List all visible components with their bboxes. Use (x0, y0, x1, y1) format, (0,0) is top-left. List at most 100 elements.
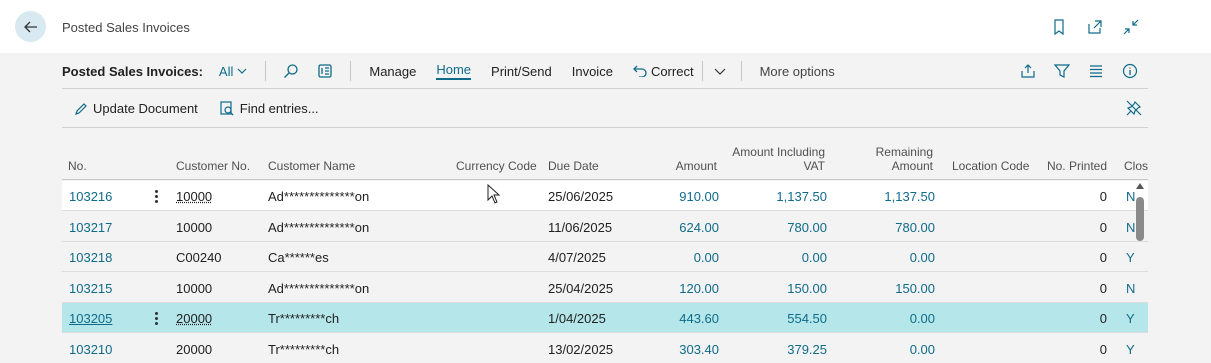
menu-home[interactable]: Home (436, 62, 472, 80)
row-actions-button[interactable] (150, 308, 162, 328)
cell-remaining-amount[interactable]: 1,137.50 (833, 189, 935, 204)
cell-amount[interactable]: 910.00 (637, 189, 719, 204)
cell-customer-no: C00240 (176, 250, 222, 265)
table-row-selected[interactable]: 103205 20000 Tr*********ch 1/04/2025 443… (62, 303, 1148, 333)
view-label: All (218, 63, 234, 79)
col-header-customer-no[interactable]: Customer No. (176, 159, 250, 173)
col-header-no[interactable]: No. (68, 159, 87, 173)
cell-due-date: 11/06/2025 (548, 220, 613, 235)
cell-amount-incl-vat[interactable]: 1,137.50 (725, 189, 827, 204)
find-entries-icon (220, 101, 234, 116)
correct-dropdown-button[interactable] (709, 60, 731, 82)
cell-customer-no[interactable]: 10000 (176, 189, 212, 204)
table-row[interactable]: 103216 10000 Ad**************on 25/06/20… (62, 181, 1148, 211)
cell-due-date: 4/07/2025 (548, 250, 606, 265)
separator (350, 61, 352, 81)
cell-remaining-amount[interactable]: 150.00 (833, 281, 935, 296)
cell-amount-incl-vat[interactable]: 150.00 (725, 281, 827, 296)
cell-amount[interactable]: 120.00 (637, 281, 719, 296)
table-row[interactable]: 103210 20000 Tr*********ch 13/02/2025 30… (62, 334, 1148, 363)
col-header-amount-incl-vat-line2: VAT (803, 159, 825, 173)
cell-amount[interactable]: 443.60 (637, 311, 719, 326)
cell-amount-incl-vat[interactable]: 0.00 (725, 250, 827, 265)
share-button[interactable] (1018, 61, 1038, 81)
view-selector[interactable]: All (219, 64, 247, 79)
collapse-button[interactable] (1121, 17, 1141, 37)
scroll-thumb[interactable] (1136, 197, 1144, 241)
update-document-button[interactable]: Update Document (74, 101, 198, 116)
chevron-down-icon (714, 68, 725, 75)
info-button[interactable] (1120, 61, 1140, 81)
table-row[interactable]: 103217 10000 Ad**************on 11/06/20… (62, 212, 1148, 242)
list-title: Posted Sales Invoices: (62, 63, 203, 79)
col-header-amount-incl-vat-line1: Amount Including (732, 145, 825, 159)
col-header-customer-name[interactable]: Customer Name (268, 159, 355, 173)
col-header-amount[interactable]: Amount (637, 159, 717, 173)
share-icon (1021, 64, 1035, 78)
pencil-icon (75, 102, 87, 115)
bookmark-button[interactable] (1049, 17, 1069, 37)
unpin-icon (1126, 100, 1142, 116)
vertical-scrollbar[interactable] (1136, 183, 1145, 363)
sub-action-bar: Update Document Find entries... (62, 90, 1148, 128)
menu-invoice[interactable]: Invoice (572, 64, 613, 79)
menu-print-send[interactable]: Print/Send (491, 64, 552, 79)
mouse-cursor-icon (487, 184, 501, 204)
col-header-remaining-amount[interactable]: Remaining Amount (833, 145, 933, 173)
cell-amount[interactable]: 624.00 (637, 220, 719, 235)
menu-correct[interactable]: Correct (633, 64, 694, 79)
cell-no-printed: 0 (1099, 281, 1107, 296)
col-header-no-printed[interactable]: No. Printed (1027, 159, 1107, 173)
cell-amount[interactable]: 303.40 (637, 342, 719, 357)
col-header-remaining-line1: Remaining (875, 145, 933, 159)
cell-remaining-amount[interactable]: 780.00 (833, 220, 935, 235)
filter-button[interactable] (1052, 61, 1072, 81)
cell-amount[interactable]: 0.00 (637, 250, 719, 265)
cell-remaining-amount[interactable]: 0.00 (833, 311, 935, 326)
table-row[interactable]: 103218 C00240 Ca******es 4/07/2025 0.00 … (62, 242, 1148, 272)
search-button[interactable] (280, 60, 302, 82)
separator (740, 61, 742, 81)
cell-amount-incl-vat[interactable]: 379.25 (725, 342, 827, 357)
cell-amount-incl-vat[interactable]: 780.00 (725, 220, 827, 235)
cell-remaining-amount[interactable]: 0.00 (833, 250, 935, 265)
menu-correct-label: Correct (650, 63, 694, 79)
cell-no[interactable]: 103210 (69, 342, 112, 357)
more-options-button[interactable]: More options (760, 64, 835, 79)
cell-no-printed: 0 (1099, 250, 1107, 265)
cell-customer-no: 20000 (176, 342, 213, 357)
cell-no[interactable]: 103217 (69, 220, 112, 235)
back-button[interactable] (15, 11, 46, 42)
cell-closed: N (1126, 281, 1136, 296)
col-header-amount-incl-vat[interactable]: Amount Including VAT (725, 145, 825, 173)
cell-no-printed: 0 (1099, 220, 1107, 235)
cell-no[interactable]: 103218 (69, 250, 112, 265)
scroll-up-arrow-icon[interactable] (1136, 183, 1144, 189)
unpin-button[interactable] (1126, 100, 1142, 119)
col-header-currency-code[interactable]: Currency Code (456, 159, 537, 173)
list-view-button[interactable] (1086, 61, 1106, 81)
open-new-window-button[interactable] (1085, 17, 1105, 37)
cell-no-printed: 0 (1099, 189, 1107, 204)
row-actions-button[interactable] (150, 186, 162, 206)
page-header: Posted Sales Invoices (0, 0, 1211, 53)
find-entries-button[interactable]: Find entries... (220, 101, 319, 116)
open-new-window-icon (1088, 20, 1102, 34)
cell-remaining-amount[interactable]: 0.00 (833, 342, 935, 357)
cell-due-date: 13/02/2025 (548, 342, 614, 357)
cell-customer-no[interactable]: 20000 (176, 311, 212, 326)
col-header-closed[interactable]: Close (1124, 159, 1148, 173)
cell-customer-name: Ca******es (268, 250, 329, 265)
edit-list-button[interactable] (314, 60, 336, 82)
table-row[interactable]: 103215 10000 Ad**************on 25/04/20… (62, 273, 1148, 303)
cell-no[interactable]: 103216 (69, 189, 112, 204)
col-header-due-date[interactable]: Due Date (548, 159, 599, 173)
cell-no[interactable]: 103205 (69, 311, 112, 326)
edit-list-icon (318, 64, 333, 78)
menu-manage[interactable]: Manage (369, 64, 416, 79)
col-header-location-code[interactable]: Location Code (952, 159, 1029, 173)
cell-closed: N (1126, 220, 1136, 235)
filter-icon (1054, 64, 1070, 78)
cell-no[interactable]: 103215 (69, 281, 112, 296)
cell-amount-incl-vat[interactable]: 554.50 (725, 311, 827, 326)
